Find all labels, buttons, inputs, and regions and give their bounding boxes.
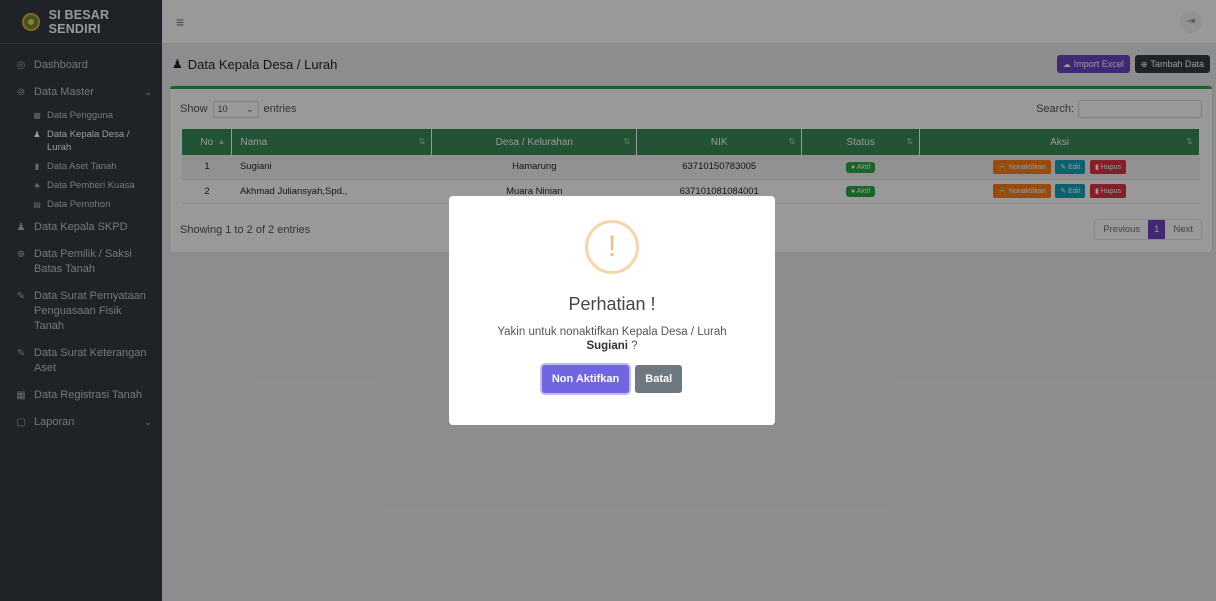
dialog-actions: Non Aktifkan Batal (449, 365, 775, 393)
warning-icon: ! (585, 220, 639, 274)
confirm-nonaktifkan-button[interactable]: Non Aktifkan (541, 365, 630, 393)
cancel-button[interactable]: Batal (635, 365, 683, 393)
dialog-target-name: Sugiani (586, 340, 628, 352)
confirm-dialog: ! Perhatian ! Yakin untuk nonaktifkan Ke… (449, 196, 775, 425)
dialog-message: Yakin untuk nonaktifkan Kepala Desa / Lu… (497, 326, 727, 352)
dialog-title: Perhatian ! (568, 294, 656, 314)
